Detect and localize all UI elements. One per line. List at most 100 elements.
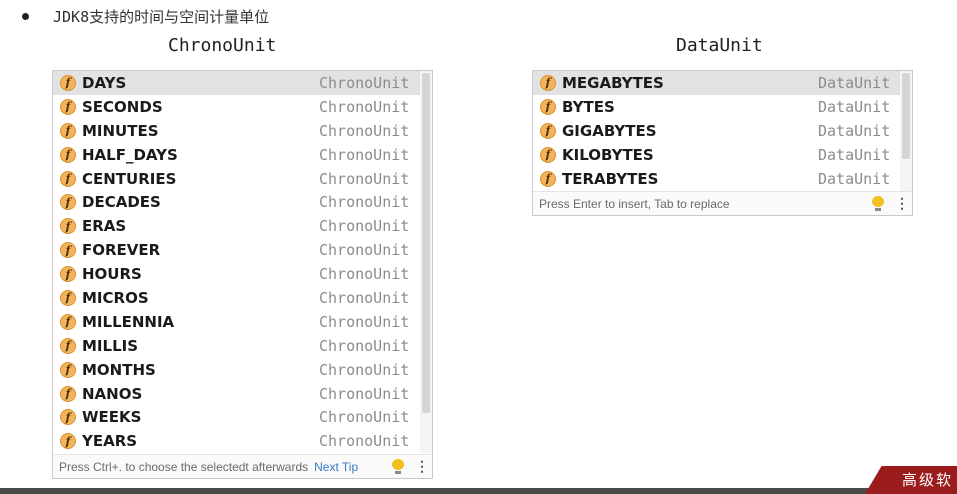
field-icon: f	[540, 146, 556, 163]
lightbulb-icon[interactable]	[872, 196, 884, 211]
field-icon: f	[540, 122, 556, 139]
completion-item[interactable]: f FOREVER ChronoUnit	[53, 238, 432, 262]
completion-item[interactable]: f GIGABYTES DataUnit	[533, 119, 912, 143]
completion-item[interactable]: f NANOS ChronoUnit	[53, 382, 432, 406]
completion-item[interactable]: f DECADES ChronoUnit	[53, 190, 432, 214]
completion-item-type: DataUnit	[818, 169, 891, 188]
completion-item[interactable]: f MILLIS ChronoUnit	[53, 334, 432, 358]
completion-item-name: NANOS	[82, 384, 143, 403]
completion-item-name: HALF_DAYS	[82, 145, 178, 164]
completion-item[interactable]: f TERABYTES DataUnit	[533, 167, 912, 191]
completion-item-type: ChronoUnit	[319, 241, 410, 260]
field-icon-letter: f	[65, 291, 71, 305]
completion-item[interactable]: f MINUTES ChronoUnit	[53, 119, 432, 143]
completion-item-name: WEEKS	[82, 408, 142, 427]
completion-item-type: ChronoUnit	[319, 408, 410, 427]
data-list: f MEGABYTES DataUnit f BYTES DataUnit f GIGABYT…	[533, 71, 912, 190]
field-icon-letter: f	[545, 124, 551, 138]
completion-item-name: MILLENNIA	[82, 312, 175, 331]
data-scrollbar[interactable]	[900, 71, 912, 191]
field-icon: f	[60, 98, 76, 115]
completion-item[interactable]: f HALF_DAYS ChronoUnit	[53, 143, 432, 167]
next-tip-link[interactable]: Next Tip	[314, 460, 358, 474]
completion-item[interactable]: f MICROS ChronoUnit	[53, 286, 432, 310]
bottom-bar	[0, 488, 957, 494]
field-icon-letter: f	[65, 148, 71, 162]
completion-item-name: MINUTES	[82, 121, 159, 140]
field-icon-letter: f	[65, 339, 71, 353]
field-icon-letter: f	[65, 315, 71, 329]
field-icon: f	[60, 146, 76, 163]
field-icon-letter: f	[545, 100, 551, 114]
completion-item[interactable]: f WEEKS ChronoUnit	[53, 405, 432, 429]
completion-item-type: ChronoUnit	[319, 288, 410, 307]
field-icon: f	[60, 385, 76, 402]
data-scroll-thumb[interactable]	[902, 73, 910, 159]
completion-item-name: ERAS	[82, 217, 127, 236]
heading-line: JDK8支持的时间与空间计量单位	[22, 4, 269, 28]
chrono-scrollbar[interactable]	[420, 71, 432, 453]
completion-item[interactable]: f CENTURIES ChronoUnit	[53, 167, 432, 191]
completion-item-name: SECONDS	[82, 97, 163, 116]
field-icon: f	[540, 74, 556, 91]
completion-item[interactable]: f YEARS ChronoUnit	[53, 429, 432, 453]
completion-item[interactable]: f SECONDS ChronoUnit	[53, 95, 432, 119]
field-icon: f	[60, 122, 76, 139]
chrono-list: f DAYS ChronoUnit f SECONDS ChronoUnit f MINUTE…	[53, 71, 432, 453]
completion-item-name: YEARS	[82, 432, 138, 451]
chrono-completion-popup: f DAYS ChronoUnit f SECONDS ChronoUnit f MINUTE…	[52, 70, 433, 479]
completion-item-type: DataUnit	[818, 73, 891, 92]
chrono-footer: Press Ctrl+. to choose the selectedt aft…	[53, 454, 432, 478]
completion-item-name: BYTES	[562, 97, 615, 116]
corner-tag-text: 高级软	[901, 471, 953, 489]
field-icon-letter: f	[65, 434, 71, 448]
completion-item-name: TERABYTES	[562, 169, 659, 188]
field-icon: f	[60, 433, 76, 450]
field-icon-letter: f	[65, 172, 71, 185]
more-vertical-icon[interactable]: ⋮	[415, 458, 429, 475]
field-icon-letter: f	[65, 267, 71, 281]
completion-item[interactable]: f HOURS ChronoUnit	[53, 262, 432, 286]
completion-item-type: ChronoUnit	[319, 97, 410, 116]
completion-item[interactable]: f BYTES DataUnit	[533, 95, 912, 119]
completion-item-type: DataUnit	[818, 121, 891, 140]
completion-item[interactable]: f MONTHS ChronoUnit	[53, 358, 432, 382]
field-icon-letter: f	[65, 100, 71, 114]
completion-item-name: FOREVER	[82, 241, 161, 260]
field-icon: f	[60, 409, 76, 426]
data-footer-hint: Press Enter to insert, Tab to replace	[539, 196, 730, 211]
completion-item-name: CENTURIES	[82, 169, 177, 188]
field-icon-letter: f	[65, 124, 71, 138]
field-icon-letter: f	[65, 410, 71, 424]
completion-item-type: ChronoUnit	[319, 145, 410, 164]
field-icon-letter: f	[545, 172, 551, 185]
corner-tag: 高级软	[865, 466, 957, 494]
completion-item-name: MEGABYTES	[562, 73, 664, 92]
field-icon: f	[60, 170, 76, 187]
completion-item-type: ChronoUnit	[319, 336, 410, 355]
lightbulb-icon[interactable]	[392, 459, 404, 474]
chrono-footer-hint: Press Ctrl+. to choose the selectedt aft…	[59, 459, 309, 474]
field-icon-letter: f	[545, 148, 551, 162]
field-icon: f	[60, 242, 76, 259]
field-icon: f	[60, 289, 76, 306]
completion-item-type: ChronoUnit	[319, 121, 410, 140]
field-icon: f	[60, 266, 76, 283]
completion-item-name: DECADES	[82, 193, 161, 212]
chrono-scroll-thumb[interactable]	[422, 73, 430, 413]
field-icon: f	[60, 194, 76, 211]
field-icon-letter: f	[545, 76, 551, 90]
completion-item-type: ChronoUnit	[319, 73, 410, 92]
completion-item[interactable]: f KILOBYTES DataUnit	[533, 143, 912, 167]
field-icon-letter: f	[65, 195, 71, 209]
completion-item[interactable]: f MILLENNIA ChronoUnit	[53, 310, 432, 334]
completion-item[interactable]: f DAYS ChronoUnit	[53, 71, 432, 95]
completion-item[interactable]: f ERAS ChronoUnit	[53, 214, 432, 238]
field-icon: f	[540, 98, 556, 115]
completion-item[interactable]: f MEGABYTES DataUnit	[533, 71, 912, 95]
field-icon: f	[60, 337, 76, 354]
completion-item-type: ChronoUnit	[319, 217, 410, 236]
field-icon-letter: f	[65, 387, 71, 401]
field-icon: f	[60, 218, 76, 235]
more-vertical-icon[interactable]: ⋮	[895, 195, 909, 212]
